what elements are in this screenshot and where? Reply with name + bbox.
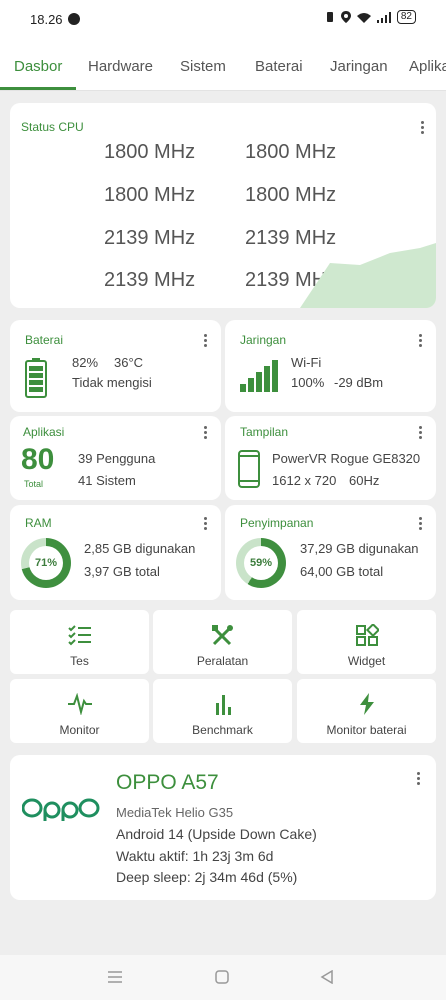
oppo-logo bbox=[22, 798, 100, 821]
tab-hardware[interactable]: Hardware bbox=[88, 58, 153, 75]
network-card-title: Jaringan bbox=[240, 333, 287, 347]
network-menu-icon[interactable] bbox=[419, 334, 423, 349]
pulse-icon bbox=[67, 693, 92, 715]
status-bar: 18.26 82 bbox=[0, 0, 446, 40]
tool-label: Monitor bbox=[59, 723, 100, 737]
network-type: Wi-Fi bbox=[291, 355, 322, 370]
tab-dasbor[interactable]: Dasbor bbox=[14, 58, 62, 75]
display-gpu: PowerVR Rogue GE8320 bbox=[272, 451, 421, 466]
signal-icon bbox=[376, 11, 391, 23]
active-tab-indicator bbox=[0, 87, 76, 90]
apps-menu-icon[interactable] bbox=[204, 426, 208, 441]
ram-menu-icon[interactable] bbox=[204, 517, 208, 532]
tool-label: Widget bbox=[347, 654, 386, 668]
cpu-status-card[interactable]: Status CPU 1800 MHz 1800 MHz 1800 MHz 18… bbox=[10, 103, 436, 308]
cpu-core-freq: 1800 MHz bbox=[245, 141, 337, 163]
home-nav-icon[interactable] bbox=[215, 970, 229, 984]
tab-sistem[interactable]: Sistem bbox=[180, 58, 226, 75]
display-resolution: 1612 x 720 bbox=[272, 473, 337, 488]
bolt-icon bbox=[359, 693, 374, 715]
tool-label: Tes bbox=[70, 654, 89, 668]
display-card-title: Tampilan bbox=[240, 425, 289, 439]
tool-peralatan-button[interactable]: Peralatan bbox=[153, 610, 292, 674]
tab-bar: Dasbor Hardware Sistem Baterai Jaringan … bbox=[0, 40, 446, 91]
storage-usage-percent: 59% bbox=[244, 546, 278, 580]
ram-card-title: RAM bbox=[25, 516, 52, 530]
tool-monitor-baterai-button[interactable]: Monitor baterai bbox=[297, 679, 436, 743]
apps-total-count: 80 bbox=[21, 443, 55, 476]
device-chipset: MediaTek Helio G35 bbox=[116, 805, 234, 820]
vibrate-icon bbox=[326, 12, 333, 22]
location-icon bbox=[340, 11, 351, 23]
menu-nav-icon[interactable] bbox=[108, 971, 122, 983]
apps-user-count: 39 Pengguna bbox=[78, 451, 156, 466]
battery-menu-icon[interactable] bbox=[204, 334, 208, 349]
storage-card-title: Penyimpanan bbox=[240, 516, 314, 530]
status-time: 18.26 bbox=[30, 12, 63, 27]
cpu-core-freq: 1800 MHz bbox=[104, 141, 196, 163]
tool-tes-button[interactable]: Tes bbox=[10, 610, 149, 674]
network-dbm: -29 dBm bbox=[334, 375, 384, 390]
battery-icon bbox=[25, 358, 47, 398]
signal-strength-icon bbox=[240, 360, 278, 392]
notification-icon bbox=[68, 13, 80, 25]
storage-usage-ring: 59% bbox=[236, 538, 286, 588]
apps-total-label: Total bbox=[24, 479, 44, 489]
battery-percent: 82% bbox=[72, 355, 99, 370]
tool-label: Benchmark bbox=[192, 723, 253, 737]
tool-label: Monitor baterai bbox=[326, 723, 407, 737]
phone-icon bbox=[238, 450, 260, 488]
ram-usage-ring: 71% bbox=[21, 538, 71, 588]
tab-baterai[interactable]: Baterai bbox=[255, 58, 303, 75]
device-menu-icon[interactable] bbox=[417, 772, 421, 787]
tools-icon bbox=[211, 625, 233, 646]
device-android-version: Android 14 (Upside Down Cake) bbox=[116, 826, 317, 842]
device-uptime: Waktu aktif: 1h 23j 3m 6d bbox=[116, 848, 274, 864]
back-nav-icon[interactable] bbox=[320, 970, 334, 984]
cpu-menu-icon[interactable] bbox=[421, 121, 425, 136]
apps-system-count: 41 Sistem bbox=[78, 473, 136, 488]
ram-total: 3,97 GB total bbox=[84, 564, 160, 579]
tab-jaringan[interactable]: Jaringan bbox=[330, 58, 388, 75]
cpu-usage-graph bbox=[300, 243, 436, 308]
device-info-card[interactable]: OPPO A57 MediaTek Helio G35 Android 14 (… bbox=[10, 755, 436, 900]
storage-total: 64,00 GB total bbox=[300, 564, 384, 579]
bar-chart-icon bbox=[215, 695, 231, 715]
storage-card[interactable]: Penyimpanan 59% 37,29 GB digunakan 64,00… bbox=[225, 505, 436, 600]
ram-used: 2,85 GB digunakan bbox=[84, 541, 196, 556]
tool-label: Peralatan bbox=[196, 654, 249, 668]
widget-icon bbox=[355, 624, 379, 646]
cpu-core-freq: 1800 MHz bbox=[104, 184, 196, 206]
device-model: OPPO A57 bbox=[116, 771, 219, 794]
display-menu-icon[interactable] bbox=[419, 426, 423, 441]
storage-menu-icon[interactable] bbox=[419, 517, 423, 532]
wifi-icon bbox=[356, 12, 371, 23]
display-refresh-rate: 60Hz bbox=[349, 473, 380, 488]
cpu-core-freq: 2139 MHz bbox=[104, 269, 196, 291]
battery-temperature: 36°C bbox=[114, 355, 144, 370]
device-deep-sleep: Deep sleep: 2j 34m 46d (5%) bbox=[116, 869, 298, 885]
tool-widget-button[interactable]: Widget bbox=[297, 610, 436, 674]
checklist-icon bbox=[67, 625, 91, 646]
battery-indicator: 82 bbox=[396, 10, 416, 24]
network-card[interactable]: Jaringan Wi-Fi 100% -29 dBm bbox=[225, 320, 436, 412]
tab-aplikasi[interactable]: Aplika bbox=[409, 58, 446, 75]
tool-benchmark-button[interactable]: Benchmark bbox=[153, 679, 292, 743]
battery-charging-status: Tidak mengisi bbox=[72, 375, 152, 390]
storage-used: 37,29 GB digunakan bbox=[300, 541, 419, 556]
network-signal-percent: 100% bbox=[291, 375, 325, 390]
cpu-core-freq: 2139 MHz bbox=[104, 227, 196, 249]
battery-card[interactable]: Baterai 82% 36°C Tidak mengisi bbox=[10, 320, 221, 412]
apps-card-title: Aplikasi bbox=[23, 425, 65, 439]
system-nav-bar bbox=[0, 955, 446, 1000]
battery-card-title: Baterai bbox=[25, 333, 64, 347]
apps-card[interactable]: Aplikasi 80 Total 39 Pengguna 41 Sistem bbox=[10, 416, 221, 500]
cpu-card-title: Status CPU bbox=[21, 120, 84, 134]
tool-monitor-button[interactable]: Monitor bbox=[10, 679, 149, 743]
ram-usage-percent: 71% bbox=[29, 546, 63, 580]
cpu-core-freq: 1800 MHz bbox=[245, 184, 337, 206]
display-card[interactable]: Tampilan PowerVR Rogue GE8320 1612 x 720… bbox=[225, 416, 436, 500]
status-icons: 82 bbox=[325, 10, 416, 24]
ram-card[interactable]: RAM 71% 2,85 GB digunakan 3,97 GB total bbox=[10, 505, 221, 600]
